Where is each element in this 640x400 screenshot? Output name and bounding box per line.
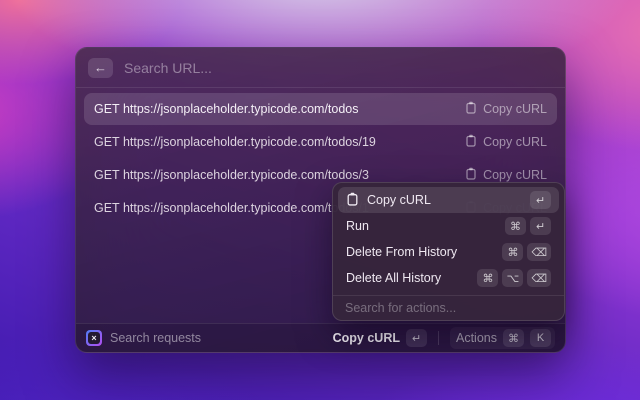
extension-icon: × xyxy=(86,330,102,346)
request-url: GET https://jsonplaceholder.typicode.com… xyxy=(94,135,376,149)
action-item-copy-curl[interactable]: Copy cURL ↵ xyxy=(338,187,559,213)
actions-popup-list: Copy cURL ↵ Run ⌘ ↵ Delete From History xyxy=(333,183,564,293)
clipboard-icon xyxy=(346,192,359,209)
footer-context-label: Search requests xyxy=(110,331,201,345)
delete-key-icon: ⌫ xyxy=(527,269,551,287)
primary-action-button[interactable]: Copy cURL xyxy=(333,331,400,345)
action-item-delete-all-history[interactable]: Delete All History ⌘ ⌥ ⌫ xyxy=(338,265,559,291)
footer-bar: × Search requests Copy cURL ↵ Actions ⌘ … xyxy=(76,323,565,352)
return-key-icon: ↵ xyxy=(406,329,427,347)
actions-popup: Copy cURL ↵ Run ⌘ ↵ Delete From History xyxy=(332,182,565,321)
request-row-todos-19[interactable]: GET https://jsonplaceholder.typicode.com… xyxy=(84,126,557,158)
copy-curl-accessory: Copy cURL xyxy=(465,167,547,183)
copy-curl-accessory: Copy cURL xyxy=(465,134,547,150)
delete-key-icon: ⌫ xyxy=(527,243,551,261)
footer-divider xyxy=(438,331,439,345)
action-item-delete-from-history[interactable]: Delete From History ⌘ ⌫ xyxy=(338,239,559,265)
clipboard-icon xyxy=(465,134,477,150)
request-url: GET https://jsonplaceholder.typicode.com… xyxy=(94,168,369,182)
back-arrow-icon: ← xyxy=(94,61,107,74)
action-item-run[interactable]: Run ⌘ ↵ xyxy=(338,213,559,239)
command-key-icon: ⌘ xyxy=(505,217,526,235)
request-url: GET https://jsonplaceholder.typicode.com… xyxy=(94,102,359,116)
launcher-window: ← Search URL... GET https://jsonplacehol… xyxy=(75,47,566,353)
back-button[interactable]: ← xyxy=(88,58,113,78)
k-key-icon: K xyxy=(530,329,551,347)
command-key-icon: ⌘ xyxy=(477,269,498,287)
actions-button[interactable]: Actions ⌘ K xyxy=(450,327,555,349)
return-key-icon: ↵ xyxy=(530,191,551,209)
command-key-icon: ⌘ xyxy=(503,329,524,347)
request-row-todos[interactable]: GET https://jsonplaceholder.typicode.com… xyxy=(84,93,557,125)
desktop-wallpaper: ← Search URL... GET https://jsonplacehol… xyxy=(0,0,640,400)
clipboard-icon xyxy=(465,101,477,117)
request-url: GET https://jsonplaceholder.typicode.com… xyxy=(94,201,369,215)
search-header: ← Search URL... xyxy=(76,48,565,88)
footer-left: × Search requests xyxy=(86,330,201,346)
return-key-icon: ↵ xyxy=(530,217,551,235)
actions-search-input[interactable]: Search for actions... xyxy=(333,296,564,320)
copy-curl-accessory: Copy cURL xyxy=(465,101,547,117)
clipboard-icon xyxy=(465,167,477,183)
option-key-icon: ⌥ xyxy=(502,269,523,287)
search-url-input[interactable]: Search URL... xyxy=(124,60,553,76)
command-key-icon: ⌘ xyxy=(502,243,523,261)
footer-right: Copy cURL ↵ Actions ⌘ K xyxy=(333,327,555,349)
